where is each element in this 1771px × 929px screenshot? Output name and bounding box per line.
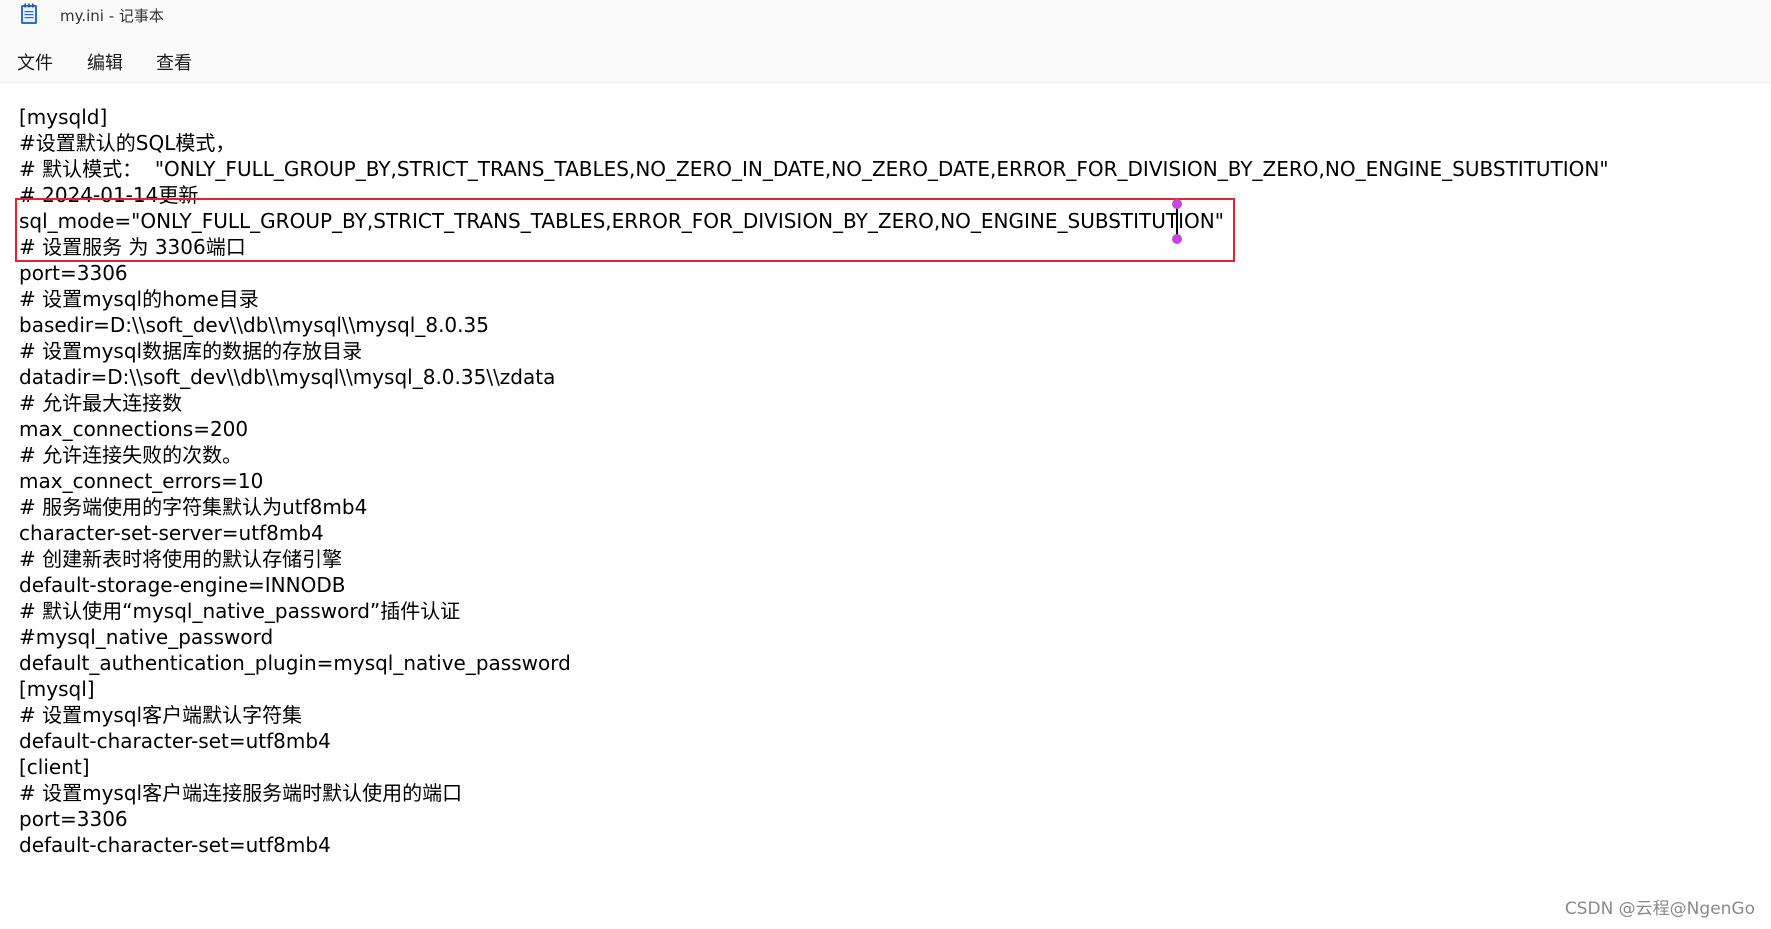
editor-line: max_connect_errors=10 <box>19 469 264 493</box>
editor-line: max_connections=200 <box>19 417 249 441</box>
editor-line: # 设置mysql客户端默认字符集 <box>19 703 303 727</box>
window-title: my.ini - 记事本 <box>60 7 164 25</box>
editor-line: datadir=D:\\soft_dev\\db\\mysql\\mysql_8… <box>19 365 556 389</box>
watermark: CSDN @云程@NgenGo <box>1564 899 1755 919</box>
editor-line: # 默认模式： "ONLY_FULL_GROUP_BY,STRICT_TRANS… <box>19 157 1609 181</box>
editor-line: default-storage-engine=INNODB <box>19 573 346 597</box>
editor-line: # 2024-01-14更新 <box>19 183 199 207</box>
notepad-icon <box>21 3 37 24</box>
editor-line: # 设置mysql数据库的数据的存放目录 <box>19 339 363 363</box>
editor-line: [client] <box>19 755 90 779</box>
text-editor-area[interactable]: [mysqld] #设置默认的SQL模式， # 默认模式： "ONLY_FULL… <box>0 83 1771 929</box>
menu-view[interactable]: 查看 <box>156 49 192 75</box>
editor-line: port=3306 <box>19 261 128 285</box>
selection-handle-top[interactable] <box>1172 199 1182 209</box>
menu-file[interactable]: 文件 <box>17 49 53 75</box>
title-bar[interactable]: my.ini - 记事本 <box>0 0 1771 30</box>
notepad-window: my.ini - 记事本 文件 编辑 查看 [mysqld] #设置默认的SQL… <box>0 0 1771 929</box>
menu-edit[interactable]: 编辑 <box>87 49 123 75</box>
editor-line: default-character-set=utf8mb4 <box>19 729 331 753</box>
editor-line: basedir=D:\\soft_dev\\db\\mysql\\mysql_8… <box>19 313 489 337</box>
editor-line: default_authentication_plugin=mysql_nati… <box>19 651 571 675</box>
editor-line: [mysql] <box>19 677 95 701</box>
editor-line: # 允许最大连接数 <box>19 391 183 415</box>
editor-line: # 默认使用“mysql_native_password”插件认证 <box>19 599 461 623</box>
editor-line: # 服务端使用的字符集默认为utf8mb4 <box>19 495 368 519</box>
editor-line: # 设置mysql客户端连接服务端时默认使用的端口 <box>19 781 463 805</box>
editor-line: [mysqld] <box>19 105 108 129</box>
selection-handle-bottom[interactable] <box>1172 234 1182 244</box>
editor-line: # 设置服务 为 3306端口 <box>19 235 246 259</box>
editor-line: character-set-server=utf8mb4 <box>19 521 324 545</box>
editor-line: port=3306 <box>19 807 128 831</box>
editor-line: #设置默认的SQL模式， <box>19 131 236 155</box>
editor-line: sql_mode="ONLY_FULL_GROUP_BY,STRICT_TRAN… <box>19 209 1224 233</box>
menu-bar: 文件 编辑 查看 <box>0 30 1771 83</box>
editor-line: # 创建新表时将使用的默认存储引擎 <box>19 547 343 571</box>
editor-line: # 允许连接失败的次数。 <box>19 443 243 467</box>
editor-line: # 设置mysql的home目录 <box>19 287 259 311</box>
editor-line: #mysql_native_password <box>19 625 274 649</box>
editor-line: default-character-set=utf8mb4 <box>19 833 331 857</box>
